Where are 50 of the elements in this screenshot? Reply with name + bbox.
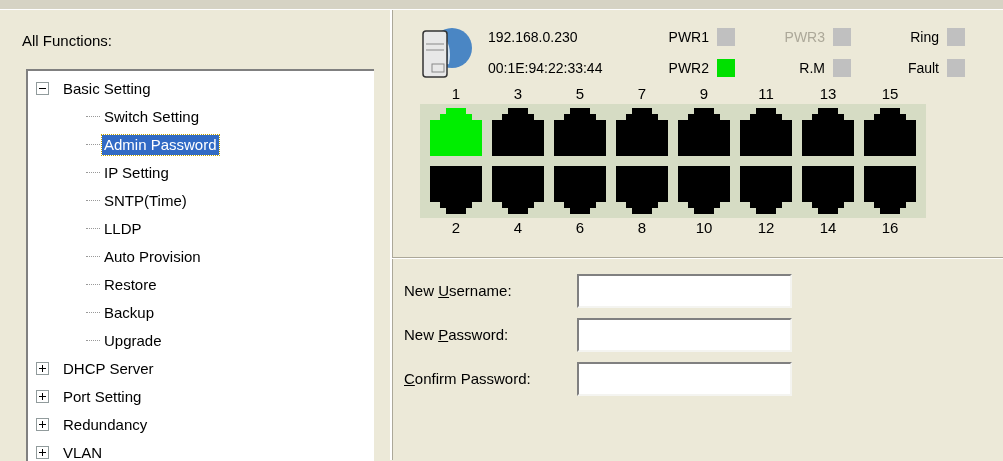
tree-item[interactable]: IP Setting xyxy=(102,162,171,183)
tree-item[interactable]: Port Setting xyxy=(61,386,144,407)
input-field[interactable] xyxy=(577,362,792,396)
port-number: 11 xyxy=(757,84,775,104)
tree-item[interactable]: Auto Provision xyxy=(102,246,203,267)
tree-item[interactable]: LLDP xyxy=(102,218,144,239)
port-number: 14 xyxy=(818,218,838,238)
expand-icon[interactable] xyxy=(36,446,49,459)
mac-address: 00:1E:94:22:33:44 xyxy=(488,58,604,78)
collapse-icon[interactable] xyxy=(36,82,49,95)
port-number: 5 xyxy=(574,84,586,104)
indicator-label: R.M xyxy=(798,58,825,78)
expand-icon[interactable] xyxy=(36,390,49,403)
port-number: 1 xyxy=(450,84,462,104)
port-number: 10 xyxy=(694,218,714,238)
expand-icon[interactable] xyxy=(36,418,49,431)
tree-item[interactable]: Upgrade xyxy=(102,330,164,351)
port-number: 3 xyxy=(512,84,524,104)
port-number: 4 xyxy=(512,218,524,238)
expand-icon[interactable] xyxy=(36,362,49,375)
port-number: 8 xyxy=(636,218,648,238)
port-number: 7 xyxy=(636,84,648,104)
tree-item[interactable]: SNTP(Time) xyxy=(102,190,189,211)
input-field[interactable] xyxy=(577,274,792,308)
tree-item[interactable]: Redundancy xyxy=(61,414,150,435)
tree-item[interactable]: Backup xyxy=(102,302,157,323)
tree-item[interactable]: Admin Password xyxy=(102,134,219,155)
tree-item[interactable]: VLAN xyxy=(61,442,105,461)
tree-item[interactable]: Switch Setting xyxy=(102,106,202,127)
ip-address: 192.168.0.230 xyxy=(488,27,579,47)
port-number: 13 xyxy=(818,84,838,104)
field-label: New Username: xyxy=(404,280,513,301)
tree-item[interactable]: Restore xyxy=(102,274,159,295)
indicator-label: PWR2 xyxy=(667,58,709,78)
panel-title: All Functions: xyxy=(22,31,114,51)
port-number: 16 xyxy=(880,218,900,238)
port-number: 2 xyxy=(450,218,462,238)
port-number: 9 xyxy=(698,84,710,104)
port-number: 6 xyxy=(574,218,586,238)
port-number: 12 xyxy=(756,218,776,238)
port-number: 15 xyxy=(880,84,900,104)
tree-item[interactable]: DHCP Server xyxy=(61,358,156,379)
field-label: New Password: xyxy=(404,324,510,345)
input-field[interactable] xyxy=(577,318,792,352)
field-label: Confirm Password: xyxy=(404,368,532,389)
indicator-label: Fault xyxy=(906,58,939,78)
indicator-label: PWR3 xyxy=(783,27,825,47)
indicator-label: Ring xyxy=(909,27,939,47)
indicator-label: PWR1 xyxy=(667,27,709,47)
tree-item[interactable]: Basic Setting xyxy=(61,78,153,99)
